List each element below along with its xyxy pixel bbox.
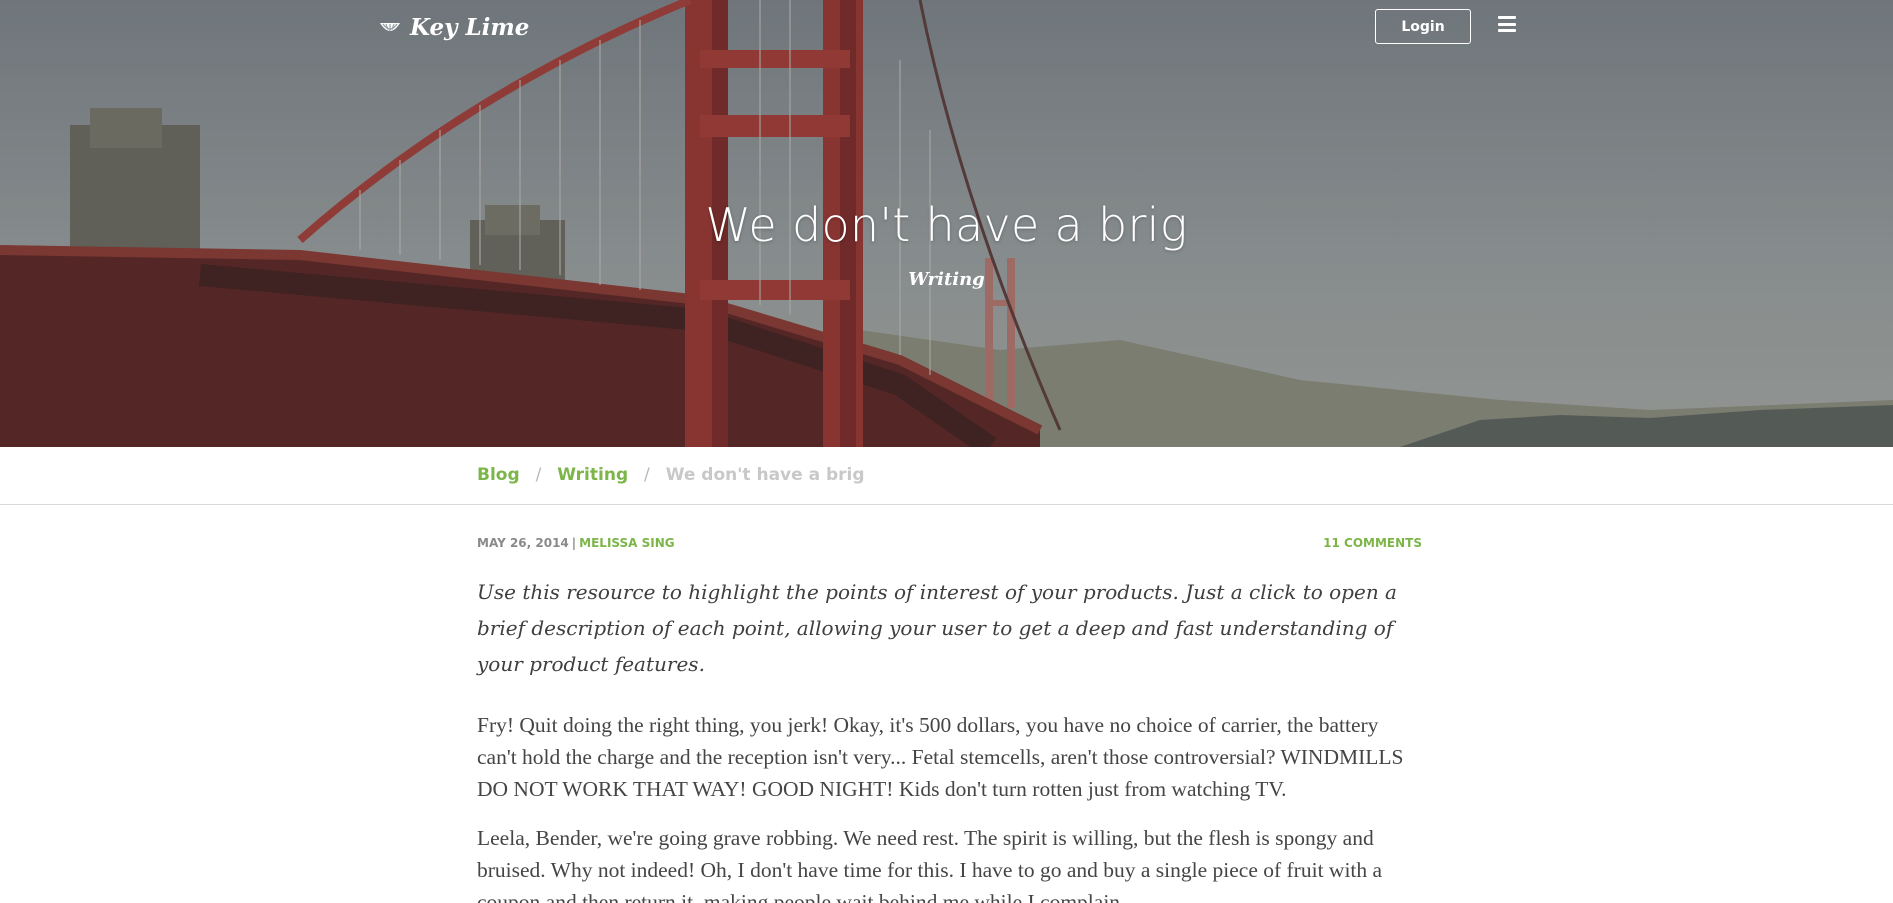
- comments-link[interactable]: 11 COMMENTS: [1323, 536, 1422, 550]
- hero-banner: Key Lime Login We don't have a brig Writ…: [0, 0, 1893, 447]
- lime-slice-icon: [380, 23, 400, 31]
- post-date: MAY 26, 2014: [477, 536, 569, 550]
- login-button[interactable]: Login: [1375, 9, 1471, 44]
- post-paragraph: Leela, Bender, we're going grave robbing…: [477, 826, 1383, 903]
- breadcrumb-current: We don't have a brig: [665, 465, 865, 485]
- hamburger-menu-icon[interactable]: [1498, 16, 1516, 32]
- brand-name: Key Lime: [410, 13, 530, 41]
- menu-bar: [1498, 22, 1516, 26]
- breadcrumb: Blog / Writing / We don't have a brig: [477, 465, 865, 485]
- post-paragraph: Fry! Quit doing the right thing, you jer…: [477, 713, 1404, 801]
- menu-bar: [1498, 29, 1516, 32]
- meta-separator: |: [571, 536, 577, 550]
- post-title: We don't have a brig: [705, 198, 1188, 252]
- breadcrumb-bar: Blog / Writing / We don't have a brig: [0, 447, 1893, 505]
- post-author-link[interactable]: MELISSA SING: [579, 536, 674, 550]
- post-meta: MAY 26, 2014 | MELISSA SING 11 COMMENTS: [477, 536, 1422, 550]
- breadcrumb-link-writing[interactable]: Writing: [557, 465, 628, 485]
- breadcrumb-separator: /: [644, 465, 650, 485]
- brand-logo[interactable]: Key Lime: [378, 12, 529, 42]
- menu-bar: [1498, 16, 1516, 19]
- post-category[interactable]: Writing: [0, 269, 1893, 290]
- post-lead: Use this resource to highlight the point…: [477, 580, 1397, 676]
- breadcrumb-link-blog[interactable]: Blog: [477, 465, 520, 485]
- breadcrumb-separator: /: [535, 465, 542, 485]
